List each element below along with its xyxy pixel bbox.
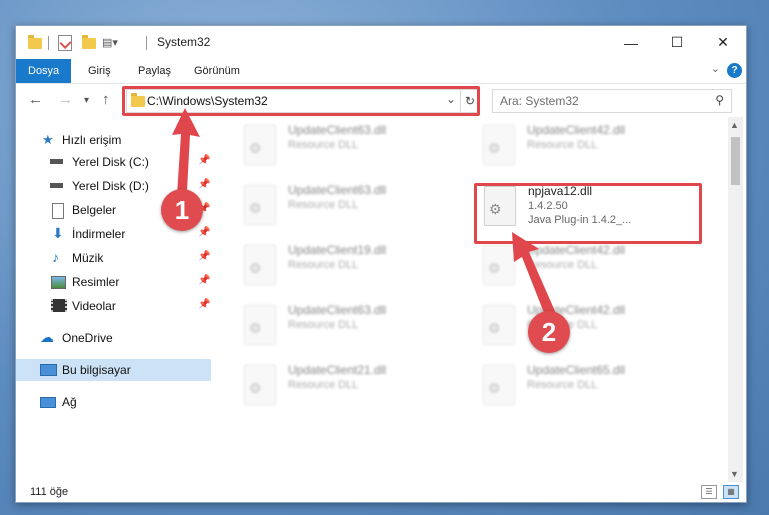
step-1-badge: 1 (161, 189, 203, 231)
annotation-arrows (172, 108, 558, 323)
arrow-2 (512, 232, 558, 323)
step-2-badge: 2 (528, 311, 570, 353)
